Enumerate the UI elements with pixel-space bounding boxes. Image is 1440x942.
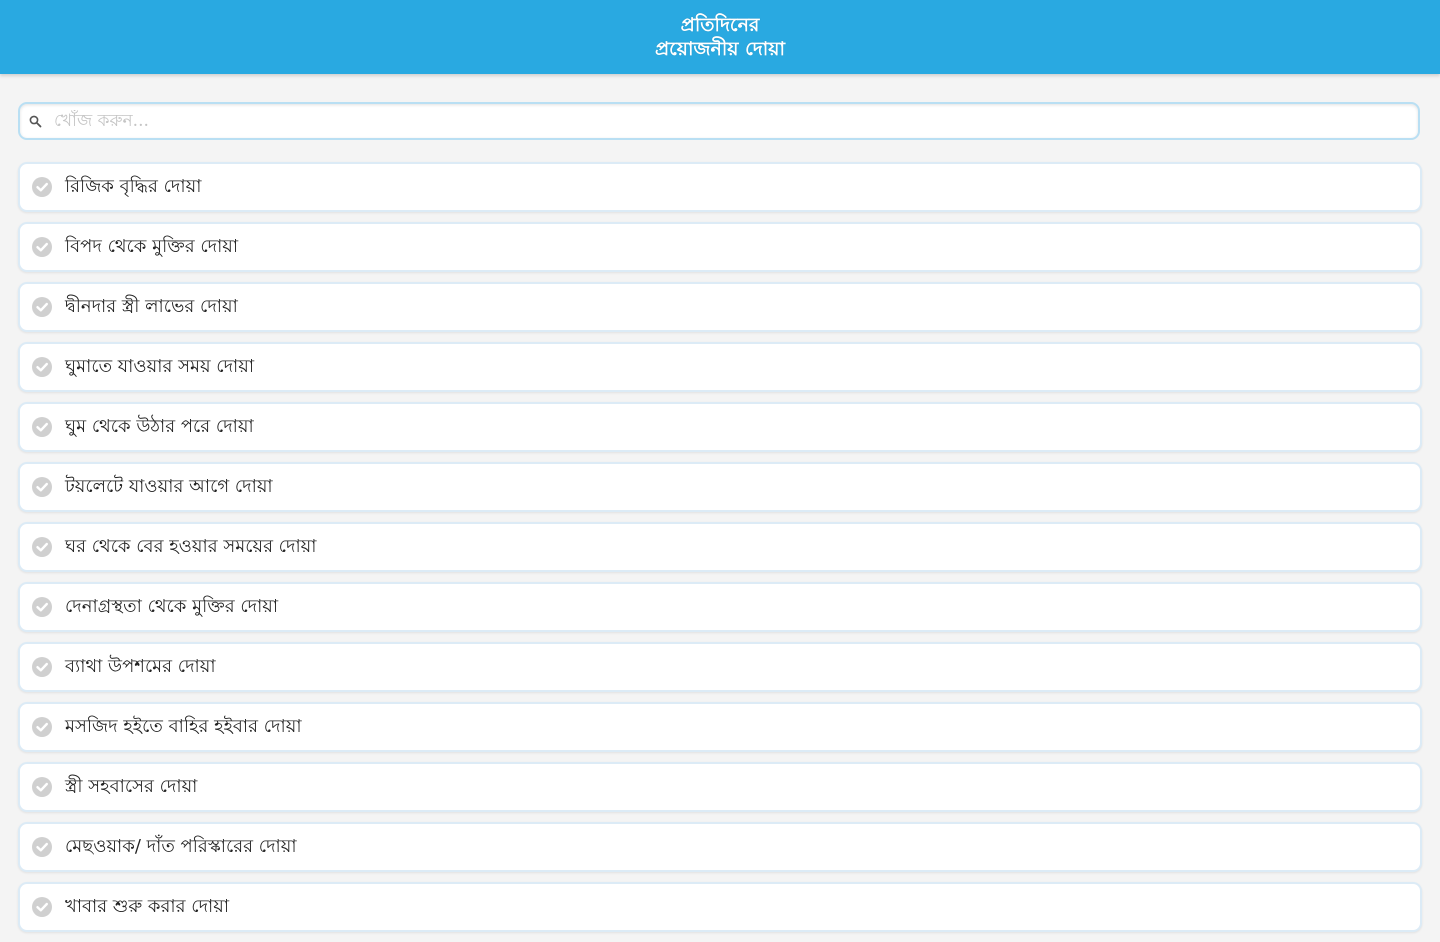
list-item-label: ঘুমাতে যাওয়ার সময় দোয়া [65,355,255,377]
list-item-label: বিপদ থেকে মুক্তির দোয়া [65,235,239,257]
list-item-label: রিজিক বৃদ্ধির দোয়া [65,175,202,197]
list-item[interactable]: ব্যাথা উপশমের দোয়া [18,642,1422,692]
list-item-label: ব্যাথা উপশমের দোয়া [65,655,216,677]
list-item[interactable]: দ্বীনদার স্ত্রী লাভের দোয়া [18,282,1422,332]
dua-list: রিজিক বৃদ্ধির দোয়া বিপদ থেকে মুক্তির দো… [18,162,1422,942]
check-circle-icon [31,476,53,498]
app-header: প্রতিদিনের প্রয়োজনীয় দোয়া [0,0,1440,74]
search-bar[interactable] [18,102,1420,140]
list-item[interactable]: বিপদ থেকে মুক্তির দোয়া [18,222,1422,272]
list-item-label: মেছওয়াক/ দাঁত পরিস্কারের দোয়া [65,835,297,857]
check-circle-icon [31,596,53,618]
check-circle-icon [31,356,53,378]
list-item[interactable]: ঘুম থেকে উঠার পরে দোয়া [18,402,1422,452]
check-circle-icon [31,236,53,258]
list-item[interactable]: মেছওয়াক/ দাঁত পরিস্কারের দোয়া [18,822,1422,872]
list-item[interactable]: খাবার শুরু করার দোয়া [18,882,1422,932]
list-item[interactable]: ঘুমাতে যাওয়ার সময় দোয়া [18,342,1422,392]
check-circle-icon [31,176,53,198]
list-item[interactable]: রিজিক বৃদ্ধির দোয়া [18,162,1422,212]
list-item-label: খাবার শুরু করার দোয়া [65,895,230,917]
header-title-line2: প্রয়োজনীয় দোয়া [654,38,785,60]
check-circle-icon [31,656,53,678]
check-circle-icon [31,416,53,438]
check-circle-icon [31,836,53,858]
search-icon [28,114,42,128]
list-item[interactable]: ঘর থেকে বের হওয়ার সময়ের দোয়া [18,522,1422,572]
check-circle-icon [31,776,53,798]
list-item-label: ঘুম থেকে উঠার পরে দোয়া [65,415,254,437]
list-item-label: টয়লেটে যাওয়ার আগে দোয়া [65,475,273,497]
check-circle-icon [31,896,53,918]
check-circle-icon [31,296,53,318]
list-item[interactable]: দেনাগ্রস্থতা থেকে মুক্তির দোয়া [18,582,1422,632]
list-item-label: দ্বীনদার স্ত্রী লাভের দোয়া [65,295,238,317]
list-item-label: দেনাগ্রস্থতা থেকে মুক্তির দোয়া [65,595,279,617]
list-item-label: মসজিদ হইতে বাহির হইবার দোয়া [65,715,302,737]
check-circle-icon [31,536,53,558]
search-input[interactable] [52,110,1396,132]
list-item[interactable]: মসজিদ হইতে বাহির হইবার দোয়া [18,702,1422,752]
list-item-label: স্ত্রী সহবাসের দোয়া [65,775,198,797]
list-item-label: ঘর থেকে বের হওয়ার সময়ের দোয়া [65,535,317,557]
list-item[interactable]: স্ত্রী সহবাসের দোয়া [18,762,1422,812]
check-circle-icon [31,716,53,738]
list-item[interactable]: টয়লেটে যাওয়ার আগে দোয়া [18,462,1422,512]
header-title-line1: প্রতিদিনের [680,14,760,36]
